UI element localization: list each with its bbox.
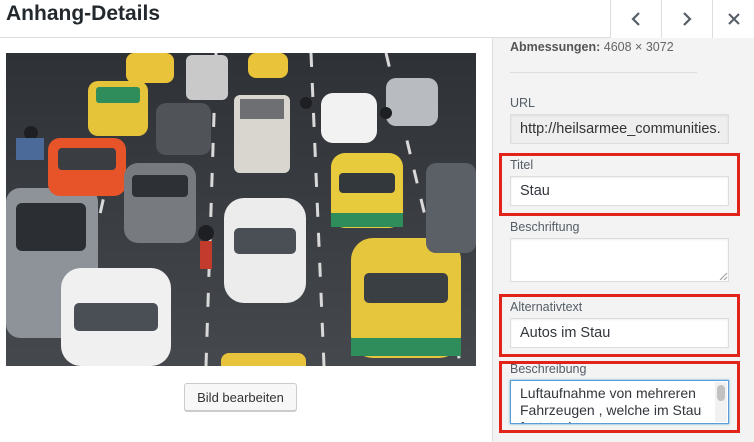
- resize-grip-icon[interactable]: [719, 272, 728, 281]
- next-attachment-button[interactable]: [661, 0, 712, 38]
- url-field[interactable]: http://heilsarmee_communities.: [510, 114, 729, 144]
- edit-image-button[interactable]: Bild bearbeiten: [184, 383, 297, 411]
- modal-title: Anhang-Details: [6, 2, 161, 25]
- url-label: URL: [510, 96, 536, 110]
- modal-header: Anhang-Details: [0, 0, 754, 38]
- attachment-image: [6, 53, 476, 366]
- close-button[interactable]: [712, 0, 754, 38]
- chevron-left-icon: [631, 12, 640, 26]
- close-icon: [727, 13, 740, 25]
- description-label: Beschreibung: [510, 362, 587, 376]
- caption-textarea[interactable]: [510, 238, 729, 282]
- scroll-thumb[interactable]: [717, 385, 725, 401]
- title-label: Titel: [510, 158, 534, 172]
- description-scrollbar[interactable]: [715, 382, 727, 422]
- dimensions-label: Abmessungen:: [510, 40, 601, 54]
- title-input[interactable]: Stau: [510, 176, 729, 206]
- alt-text-input[interactable]: Autos im Stau: [510, 318, 729, 348]
- chevron-right-icon: [683, 12, 692, 26]
- alt-text-label: Alternativtext: [510, 300, 583, 314]
- attachment-details-sidebar: Abmessungen: 4608 × 3072 URL http://heil…: [492, 38, 754, 442]
- previous-attachment-button[interactable]: [610, 0, 661, 38]
- media-preview-pane: Bild bearbeiten: [0, 38, 492, 442]
- caption-label: Beschriftung: [510, 220, 580, 234]
- dimensions-info: Abmessungen: 4608 × 3072: [510, 40, 674, 54]
- description-text: Luftaufnahme von mehreren Fahrzeugen , w…: [520, 385, 702, 423]
- divider: [510, 72, 697, 73]
- description-textarea[interactable]: Luftaufnahme von mehreren Fahrzeugen , w…: [510, 380, 729, 424]
- dimensions-value: 4608 × 3072: [603, 40, 674, 54]
